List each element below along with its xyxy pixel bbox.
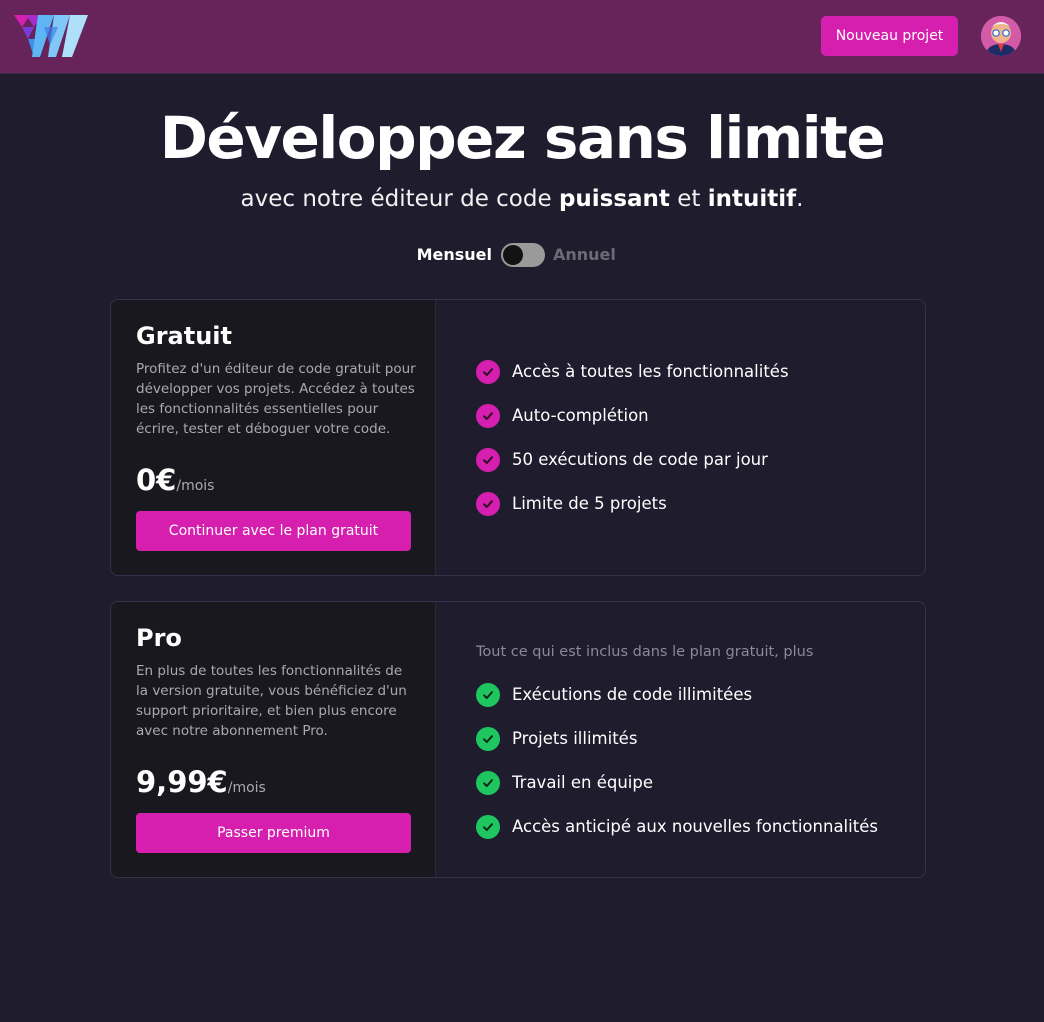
plan-card-free: Gratuit Profitez d'un éditeur de code gr… (110, 299, 926, 576)
feature-label: Travail en équipe (512, 773, 653, 792)
feature-label: Accès à toutes les fonctionnalités (512, 362, 789, 381)
page-subtitle: avec notre éditeur de code puissant et i… (0, 184, 1044, 214)
feature-label: Exécutions de code illimitées (512, 685, 753, 704)
page-title: Développez sans limite (159, 104, 886, 172)
price-amount: 0€ (136, 463, 177, 497)
subtitle-middle: et (669, 186, 708, 212)
price-period: /mois (176, 478, 215, 494)
plan-card-pro: Pro En plus de toutes les fonctionnalité… (110, 601, 926, 878)
check-circle-icon (476, 360, 500, 384)
subtitle-emphasis-powerful: puissant (558, 186, 670, 212)
subtitle-emphasis-intuitive: intuitif (707, 186, 797, 212)
feature-label: 50 exécutions de code par jour (512, 450, 768, 469)
feature-label: Limite de 5 projets (512, 494, 667, 513)
feature-label: Accès anticipé aux nouvelles fonctionnal… (512, 817, 878, 836)
includes-note: Tout ce qui est inclus dans le plan grat… (476, 644, 814, 660)
check-circle-icon (476, 492, 500, 516)
check-circle-icon (476, 404, 500, 428)
feature-label: Auto-complétion (512, 406, 649, 425)
go-premium-button[interactable]: Passer premium (136, 813, 411, 853)
plan-name: Gratuit (136, 322, 232, 350)
billing-period-switch: Mensuel Annuel (0, 242, 1044, 268)
app-logo[interactable] (14, 13, 90, 60)
billing-toggle[interactable] (501, 243, 545, 267)
check-circle-icon (476, 727, 500, 751)
new-project-button[interactable]: Nouveau projet (821, 16, 958, 56)
top-nav: Nouveau projet (0, 0, 1044, 74)
check-circle-icon (476, 448, 500, 472)
continue-free-button[interactable]: Continuer avec le plan gratuit (136, 511, 411, 551)
billing-monthly-label[interactable]: Mensuel (417, 245, 492, 264)
plan-price: 0€/mois (136, 463, 214, 497)
plan-description: En plus de toutes les fonctionnalités de… (136, 663, 407, 739)
subtitle-suffix: . (796, 186, 804, 212)
check-circle-icon (476, 815, 500, 839)
user-avatar[interactable] (981, 16, 1021, 56)
price-period: /mois (227, 780, 266, 796)
billing-yearly-label[interactable]: Annuel (553, 245, 616, 264)
price-amount: 9,99€ (136, 765, 228, 799)
plan-summary: Pro En plus de toutes les fonctionnalité… (111, 602, 436, 877)
plan-price: 9,99€/mois (136, 765, 266, 799)
toggle-knob (503, 245, 523, 265)
avatar-illustration (981, 16, 1021, 56)
plan-summary: Gratuit Profitez d'un éditeur de code gr… (111, 300, 436, 575)
plan-description: Profitez d'un éditeur de code gratuit po… (136, 361, 416, 437)
check-circle-icon (476, 683, 500, 707)
feature-label: Projets illimités (512, 729, 638, 748)
plan-name: Pro (136, 624, 182, 652)
check-circle-icon (476, 771, 500, 795)
subtitle-prefix: avec notre éditeur de code (240, 186, 559, 212)
